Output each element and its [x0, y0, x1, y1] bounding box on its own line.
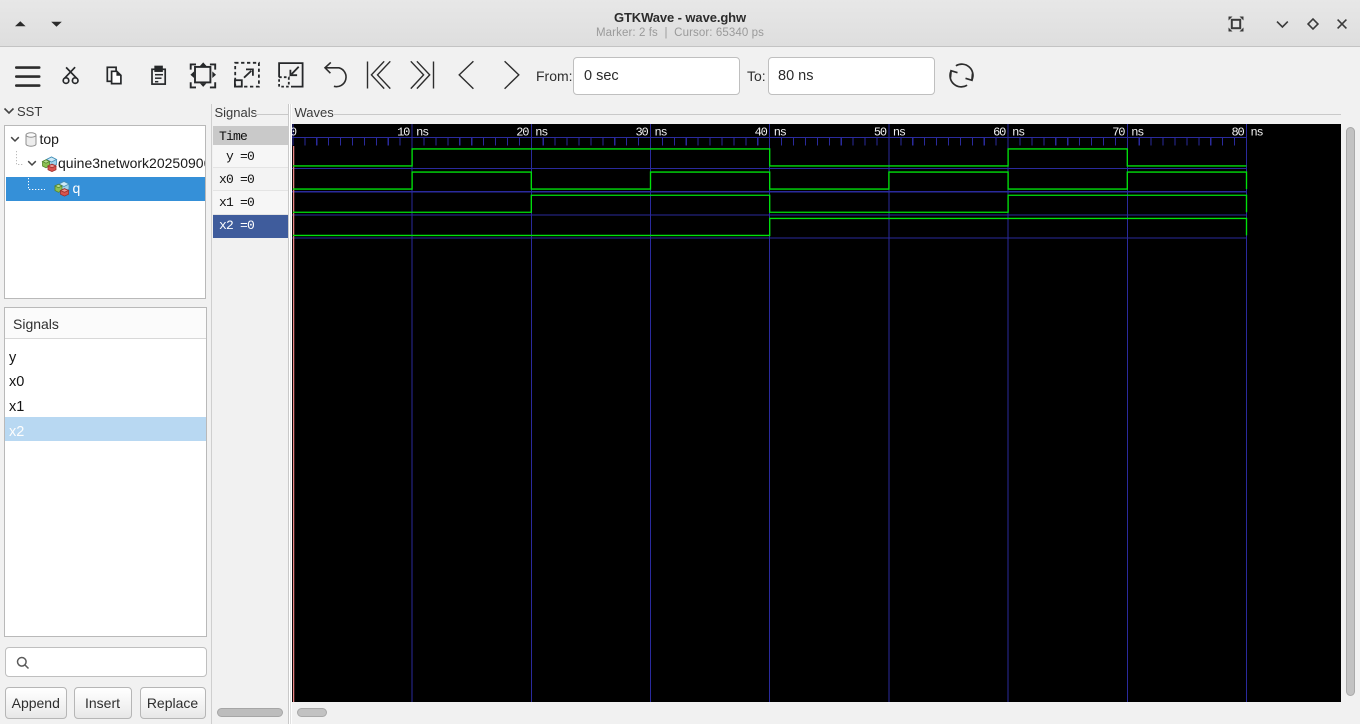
svg-text:80: 80 — [1231, 125, 1244, 139]
svg-text:50: 50 — [874, 125, 887, 139]
svg-text:ns: ns — [655, 125, 668, 139]
svg-text:70: 70 — [1112, 125, 1125, 139]
svg-text:ns: ns — [774, 125, 787, 139]
svg-text:ns: ns — [1251, 125, 1264, 139]
svg-text:ns: ns — [535, 125, 548, 139]
svg-text:30: 30 — [635, 125, 648, 139]
svg-text:40: 40 — [755, 125, 768, 139]
svg-text:ns: ns — [1131, 125, 1144, 139]
svg-text:10: 10 — [397, 125, 410, 139]
svg-text:ns: ns — [893, 125, 906, 139]
svg-text:ns: ns — [1012, 125, 1025, 139]
svg-text:ns: ns — [416, 125, 429, 139]
svg-text:20: 20 — [516, 125, 529, 139]
svg-text:60: 60 — [993, 125, 1006, 139]
